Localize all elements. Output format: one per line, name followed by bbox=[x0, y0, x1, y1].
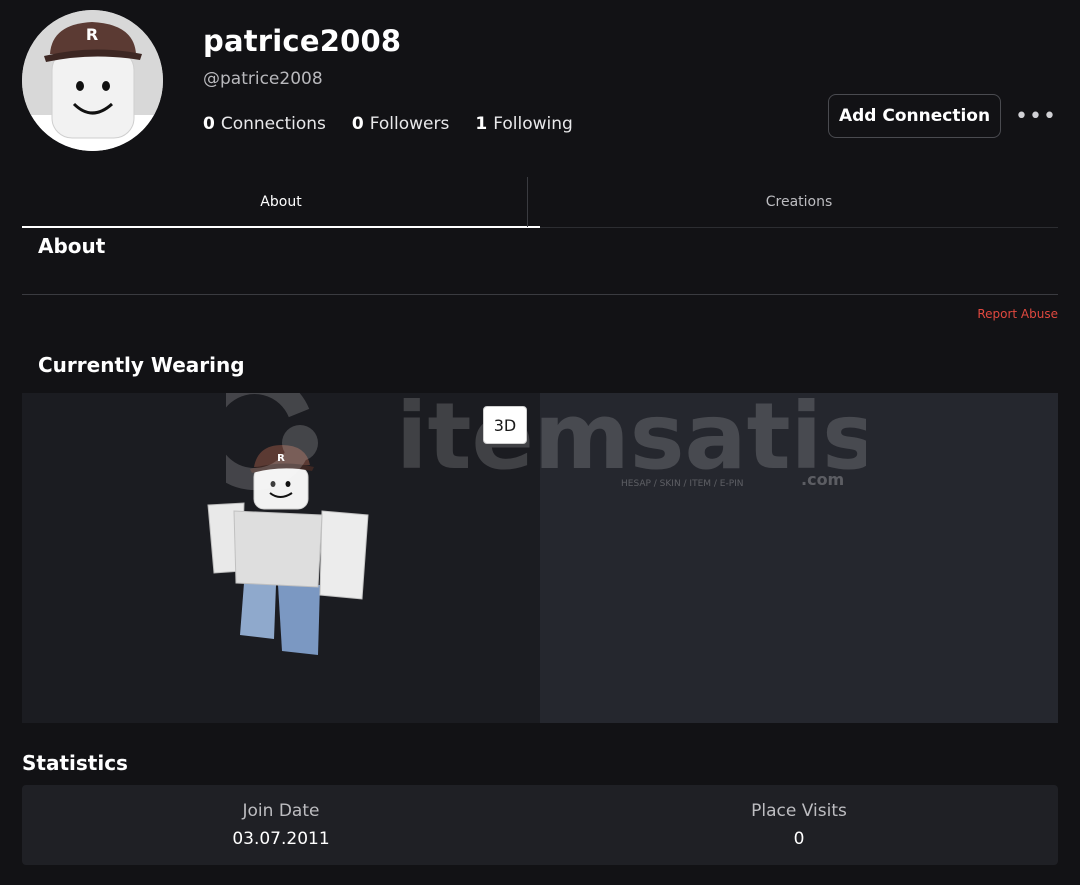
tab-creations[interactable]: Creations bbox=[540, 177, 1058, 227]
join-date-stat: Join Date 03.07.2011 bbox=[22, 785, 540, 865]
place-visits-value: 0 bbox=[793, 829, 805, 849]
place-visits-stat: Place Visits 0 bbox=[540, 785, 1058, 865]
join-date-label: Join Date bbox=[242, 801, 320, 821]
svg-text:R: R bbox=[86, 25, 98, 44]
join-date-value: 03.07.2011 bbox=[232, 829, 330, 849]
followers-label: Followers bbox=[369, 114, 450, 134]
tab-divider bbox=[527, 177, 528, 227]
place-visits-label: Place Visits bbox=[751, 801, 847, 821]
report-abuse-link[interactable]: Report Abuse bbox=[977, 307, 1058, 321]
following-label: Following bbox=[493, 114, 573, 134]
about-heading: About bbox=[38, 234, 106, 258]
connections-stat[interactable]: 0 Connections bbox=[203, 114, 326, 134]
connections-label: Connections bbox=[220, 114, 326, 134]
following-stat[interactable]: 1 Following bbox=[475, 114, 572, 134]
add-connection-button[interactable]: Add Connection bbox=[828, 94, 1001, 138]
profile-tabs: About Creations bbox=[22, 177, 1058, 228]
wearing-items-panel bbox=[540, 393, 1058, 723]
connections-count: 0 bbox=[203, 114, 215, 134]
statistics-panel: Join Date 03.07.2011 Place Visits 0 bbox=[22, 785, 1058, 865]
followers-count: 0 bbox=[351, 114, 364, 134]
avatar-3d-viewport[interactable]: R bbox=[22, 393, 540, 723]
display-name: patrice2008 bbox=[203, 24, 402, 58]
more-options-icon[interactable]: ••• bbox=[1015, 102, 1056, 130]
svg-text:R: R bbox=[277, 453, 285, 464]
toggle-3d-button[interactable]: 3D bbox=[483, 406, 527, 444]
statistics-heading: Statistics bbox=[22, 751, 128, 775]
currently-wearing-heading: Currently Wearing bbox=[38, 353, 245, 377]
avatar-headshot-image: R bbox=[22, 10, 163, 151]
followers-stat[interactable]: 0 Followers bbox=[352, 114, 449, 134]
avatar-body-image: R bbox=[207, 445, 369, 655]
social-stats: 0 Connections 0 Followers 1 Following bbox=[203, 114, 599, 134]
profile-avatar: R bbox=[22, 10, 163, 151]
user-handle: @patrice2008 bbox=[203, 69, 323, 89]
about-divider bbox=[22, 294, 1058, 295]
tab-about[interactable]: About bbox=[22, 177, 540, 228]
following-count: 1 bbox=[475, 114, 488, 134]
